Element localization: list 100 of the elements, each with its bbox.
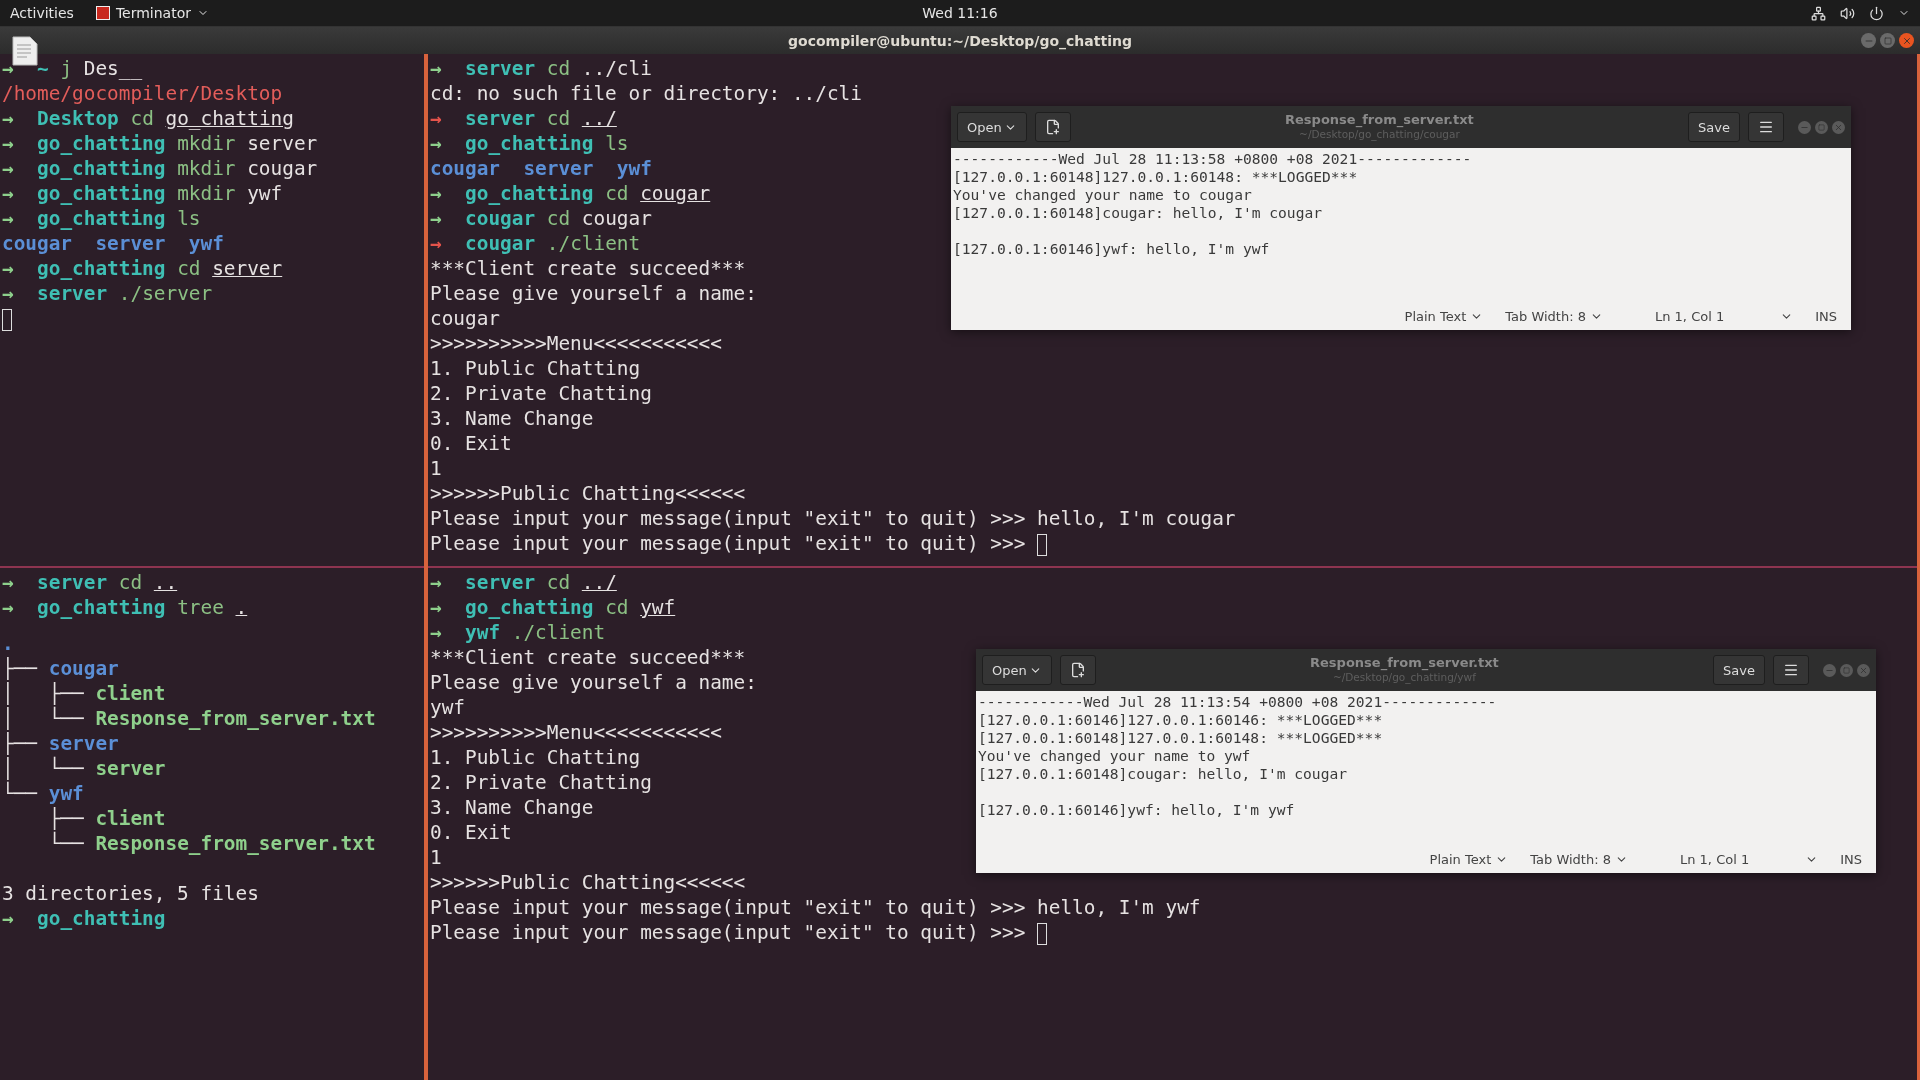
terminal-line: ├── client — [47, 806, 166, 831]
language-dropdown[interactable]: Plain Text — [1404, 308, 1484, 324]
tab-width-dropdown[interactable]: Tab Width: 8 — [1505, 308, 1603, 324]
save-button[interactable]: Save — [1688, 112, 1740, 142]
terminal-line: → go_chatting cd ywf — [430, 595, 676, 620]
terminal-line: → cougar ./client — [430, 231, 641, 256]
terminal-line: → go_chatting cd cougar — [430, 181, 711, 206]
editor-line: [127.0.0.1:60148]cougar: hello, I'm cougar — [978, 765, 1348, 783]
close-button[interactable] — [1899, 33, 1914, 48]
save-button[interactable]: Save — [1713, 655, 1765, 685]
document-plus-icon — [1069, 662, 1086, 678]
terminal-line: → ywf ./client — [430, 620, 606, 645]
terminal-line: >>>>>>Public Chatting<<<<<< — [430, 481, 746, 506]
terminal-line: Please input your message(input "exit" to quit) >>> hello, I'm cougar — [430, 506, 1236, 531]
terminal-line: └── Response_from_server.txt — [47, 831, 376, 856]
terminal-line: → go_chatting mkdir ywf — [2, 181, 283, 206]
editor-line: [127.0.0.1:60146]127.0.0.1:60146: ***LOGGED*** — [978, 711, 1383, 729]
text-cursor — [1037, 533, 1048, 556]
terminal-line: 2. Private Chatting — [430, 381, 652, 406]
maximize-icon — [1843, 666, 1850, 674]
terminal-line: >>>>>>>>>>Menu<<<<<<<<<<< — [430, 720, 722, 745]
document-plus-icon — [1044, 119, 1061, 135]
cursor-position[interactable]: Ln 1, Col 1 — [1680, 851, 1750, 867]
terminal-line: 1 — [430, 456, 442, 481]
terminal-line: → cougar cd cougar — [430, 206, 652, 231]
menu-button[interactable] — [1773, 655, 1809, 685]
volume-icon[interactable] — [1840, 5, 1855, 21]
terminal-line: → go_chatting ls — [2, 206, 201, 231]
maximize-icon — [1818, 123, 1825, 131]
editor-line: [127.0.0.1:60148]127.0.0.1:60148: ***LOGGED*** — [953, 168, 1358, 186]
text-cursor — [1037, 922, 1048, 945]
open-button[interactable]: Open — [957, 112, 1027, 142]
terminal-line: 3 directories, 5 files — [2, 881, 259, 906]
terminal-line: 3. Name Change — [430, 406, 594, 431]
terminal-line: Please give yourself a name: — [430, 281, 757, 306]
terminal-line: ├── server — [2, 731, 119, 756]
terminal-line: 0. Exit — [430, 820, 512, 845]
terminal-line: 2. Private Chatting — [430, 770, 652, 795]
terminal-line: cd: no such file or directory: ../cli — [430, 81, 862, 106]
terminal-line: Please input your message(input "exit" to quit) >>> hello, I'm ywf — [430, 895, 1201, 920]
insert-mode[interactable]: INS — [1815, 308, 1837, 324]
tab-width-dropdown[interactable]: Tab Width: 8 — [1530, 851, 1628, 867]
terminal-line: ***Client create succeed*** — [430, 256, 746, 281]
clock[interactable]: Wed 11:16 — [922, 5, 998, 21]
new-document-button[interactable] — [1034, 112, 1071, 142]
menu-icon — [1758, 119, 1774, 135]
terminal-line: → go_chatting cd server — [2, 256, 283, 281]
terminal-line: 1. Public Chatting — [430, 356, 641, 381]
terminal-line: cougar server ywf — [2, 231, 224, 256]
terminal-line: ***Client create succeed*** — [430, 645, 746, 670]
terminal-line: 1. Public Chatting — [430, 745, 641, 770]
terminal-line: Please input your message(input "exit" to quit) >>> — [430, 531, 1048, 556]
terminal-line: Please give yourself a name: — [430, 670, 757, 695]
menu-icon — [1783, 662, 1799, 678]
editor-line: You've changed your name to cougar — [953, 186, 1252, 204]
terminal-line: → server cd ../ — [430, 570, 617, 595]
language-dropdown[interactable]: Plain Text — [1429, 851, 1509, 867]
editor-line: ------------Wed Jul 28 11:13:54 +0800 +08 2021------------- — [978, 693, 1497, 711]
terminal-line: >>>>>>>>>>Menu<<<<<<<<<<< — [430, 331, 722, 356]
terminal-line: → server ./server — [2, 281, 213, 306]
menu-button[interactable] — [1748, 112, 1784, 142]
editor-line: ------------Wed Jul 28 11:13:58 +0800 +08 2021------------- — [953, 150, 1472, 168]
power-icon[interactable] — [1869, 5, 1884, 21]
terminal-line: │ ├── client — [2, 681, 166, 706]
text-cursor — [2, 308, 12, 331]
cursor-position[interactable]: Ln 1, Col 1 — [1655, 308, 1725, 324]
close-icon — [1834, 122, 1843, 132]
terminal-line: Please input your message(input "exit" to quit) >>> — [430, 920, 1048, 945]
editor-line: [127.0.0.1:60146]ywf: hello, I'm ywf — [953, 240, 1270, 258]
insert-mode[interactable]: INS — [1840, 851, 1862, 867]
network-icon[interactable] — [1811, 5, 1826, 21]
terminal-line: → go_chatting mkdir cougar — [2, 156, 318, 181]
terminal-line: cougar server ywf — [430, 156, 652, 181]
terminal-line: → go_chatting — [2, 906, 166, 931]
editor-line: [127.0.0.1:60148]cougar: hello, I'm cougar — [953, 204, 1323, 222]
editor-title: Response_from_server.txt — [1310, 656, 1499, 670]
terminal-line: 0. Exit — [430, 431, 512, 456]
editor-line: You've changed your name to ywf — [978, 747, 1251, 765]
terminal-line: 3. Name Change — [430, 795, 594, 820]
terminal-line: → server cd ../ — [430, 106, 617, 131]
activities-button[interactable]: Activities — [10, 5, 74, 21]
terminal-line: cougar — [430, 306, 501, 331]
terminal-line: → go_chatting ls — [430, 131, 629, 156]
new-document-button[interactable] — [1059, 655, 1096, 685]
app-menu[interactable]: Terminator — [95, 5, 209, 21]
maximize-button[interactable] — [1880, 33, 1895, 48]
open-button[interactable]: Open — [982, 655, 1052, 685]
terminal-line: → Desktop cd go_chatting — [2, 106, 294, 131]
terminal-line: → go_chatting tree . — [2, 595, 248, 620]
document-icon[interactable] — [12, 36, 38, 66]
terminal-line: → go_chatting mkdir server — [2, 131, 318, 156]
terminal-line: → server cd ../cli — [430, 56, 652, 81]
terminal-line: 1 — [430, 845, 442, 870]
close-icon — [1859, 665, 1868, 675]
terminal-line: → server cd .. — [2, 570, 178, 595]
maximize-icon — [1883, 36, 1892, 45]
close-icon — [1901, 35, 1912, 46]
minimize-button[interactable] — [1861, 33, 1876, 48]
terminal-line: /home/gocompiler/Desktop — [2, 81, 283, 106]
terminal-line: │ └── Response_from_server.txt — [2, 706, 376, 731]
